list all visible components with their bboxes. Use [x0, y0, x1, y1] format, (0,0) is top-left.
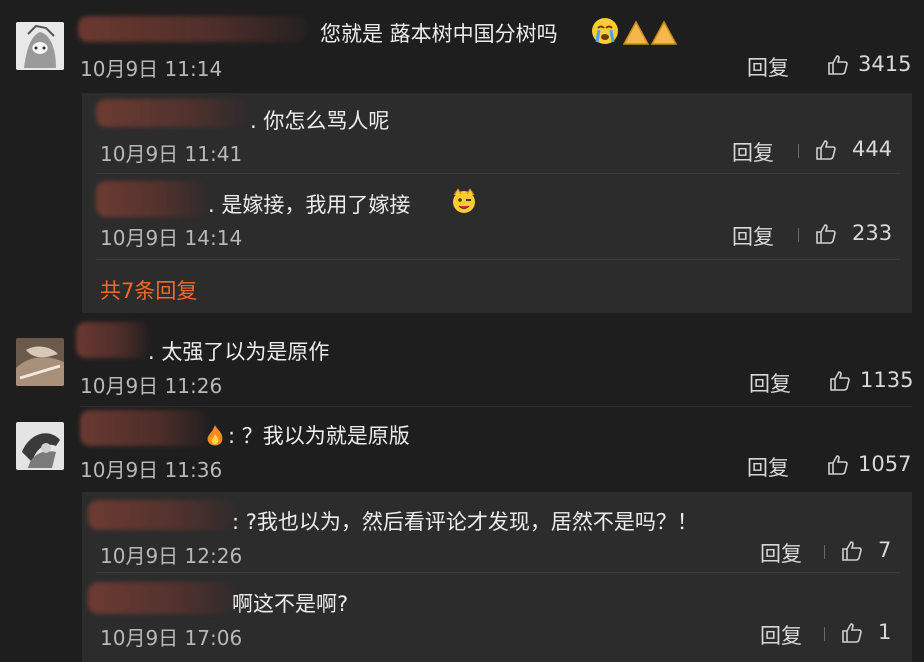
thumbs-up-icon[interactable] — [840, 621, 864, 645]
reply-button[interactable]: 回复 — [747, 452, 789, 482]
comment-time: 10月9日 11:26 — [80, 374, 223, 398]
reply-panel: . 你怎么骂人呢 10月9日 11:41 回复 444 . 是嫁接，我用了嫁接 … — [82, 93, 912, 313]
reply-button[interactable]: 回复 — [749, 368, 791, 398]
reply-button[interactable]: 回复 — [760, 538, 802, 568]
reply-button[interactable]: 回复 — [732, 137, 774, 167]
username-obscured[interactable] — [80, 410, 208, 446]
comment-text: : ？我以为就是原版 — [228, 424, 410, 448]
like-count: 1135 — [860, 368, 914, 392]
comment-text: 您就是 蕗本树中国分树吗 — [320, 22, 558, 46]
avatar[interactable] — [16, 422, 64, 470]
username-obscured[interactable] — [96, 181, 206, 217]
avatar[interactable] — [16, 22, 64, 70]
thumbs-up-icon[interactable] — [840, 539, 864, 563]
reply-button[interactable]: 回复 — [732, 221, 774, 251]
praying-hands-icon — [622, 18, 678, 50]
thumbs-up-icon[interactable] — [814, 138, 838, 162]
separator — [798, 144, 799, 158]
more-replies-link[interactable]: 共7条回复 — [100, 275, 197, 305]
like-count: 233 — [852, 221, 893, 245]
separator — [824, 545, 825, 559]
divider — [96, 173, 900, 174]
reply-text: 啊这不是啊? — [232, 592, 349, 616]
thumbs-up-icon[interactable] — [826, 453, 850, 477]
like-count: 3415 — [858, 52, 912, 76]
username-obscured[interactable] — [78, 16, 308, 42]
fire-emoji-icon — [204, 424, 226, 452]
like-count: 1057 — [858, 452, 912, 476]
like-count: 7 — [878, 538, 892, 562]
username-obscured[interactable] — [88, 500, 236, 530]
reply-button[interactable]: 回复 — [760, 620, 802, 650]
divider — [96, 259, 900, 260]
reply-time: 10月9日 11:41 — [100, 142, 243, 166]
reply-time: 10月9日 12:26 — [100, 544, 243, 568]
username-obscured[interactable] — [76, 322, 148, 358]
reply-button[interactable]: 回复 — [747, 52, 789, 82]
comment-time: 10月9日 11:14 — [80, 57, 223, 81]
reply-text: . 你怎么骂人呢 — [250, 109, 390, 133]
reply-text: : ?我也以为，然后看评论才发现，居然不是吗？！ — [232, 510, 698, 534]
thumbs-up-icon[interactable] — [826, 53, 850, 77]
reply-panel: : ?我也以为，然后看评论才发现，居然不是吗？！ 10月9日 12:26 回复 … — [82, 492, 912, 662]
thumbs-up-icon[interactable] — [814, 222, 838, 246]
avatar[interactable] — [16, 338, 64, 386]
reply-time: 10月9日 17:06 — [100, 626, 243, 650]
like-count: 444 — [852, 137, 893, 161]
crying-emoji-icon — [590, 16, 620, 50]
reply-time: 10月9日 14:14 — [100, 226, 243, 250]
reply-text: . 是嫁接，我用了嫁接 — [208, 193, 411, 217]
comment-text: . 太强了以为是原作 — [148, 340, 330, 364]
username-obscured[interactable] — [88, 582, 236, 614]
thumbs-up-icon[interactable] — [828, 369, 852, 393]
divider — [96, 572, 900, 573]
wink-face-icon — [450, 187, 478, 219]
comment-time: 10月9日 11:36 — [80, 458, 223, 482]
separator — [798, 228, 799, 242]
like-count: 1 — [878, 620, 892, 644]
divider — [80, 406, 912, 407]
username-obscured[interactable] — [96, 99, 246, 127]
separator — [824, 627, 825, 641]
